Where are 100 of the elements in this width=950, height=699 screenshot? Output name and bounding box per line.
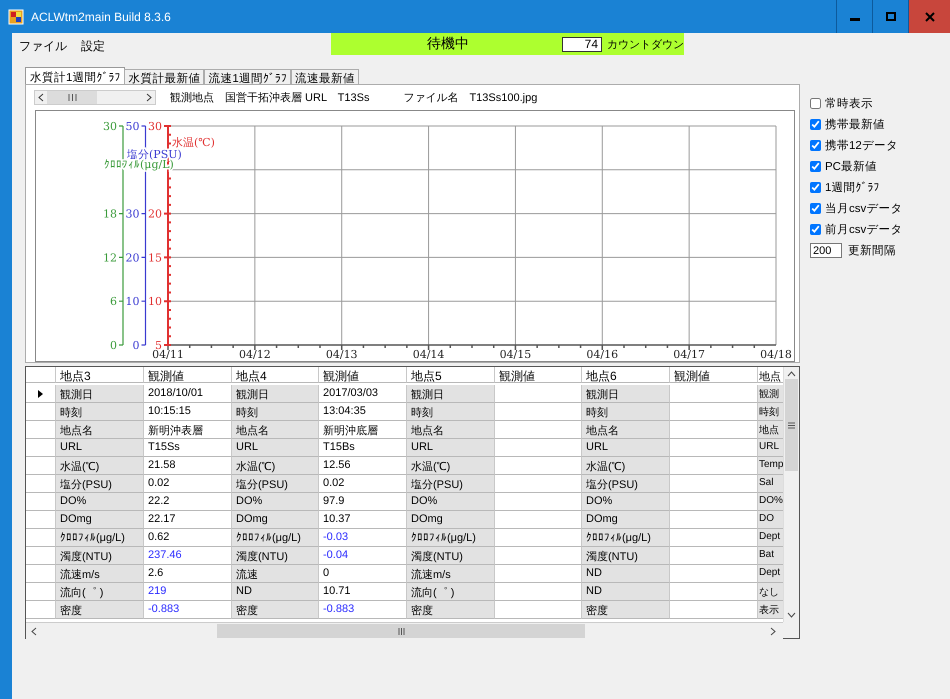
table-cell: 0.02 bbox=[144, 475, 232, 493]
checkbox[interactable] bbox=[810, 161, 821, 172]
axis-label: 15 bbox=[148, 251, 162, 264]
table-cell: 密度 bbox=[582, 601, 670, 619]
column-header[interactable]: 観測値 bbox=[319, 367, 407, 383]
checkbox-label[interactable]: PC最新値 bbox=[825, 159, 877, 174]
table-cell: 塩分(PSU) bbox=[232, 475, 319, 493]
table-cell: DO% bbox=[407, 493, 495, 511]
table-cell: 時刻 bbox=[582, 403, 670, 421]
table-cell: 密度 bbox=[407, 601, 495, 619]
axis-label: 04/12 bbox=[239, 348, 271, 361]
status-text: 待機中 bbox=[427, 35, 470, 53]
table-cell: 観測日 bbox=[56, 385, 144, 403]
countdown-label: カウントダウン bbox=[607, 38, 684, 52]
checkbox[interactable] bbox=[810, 224, 821, 235]
table-cell: 22.17 bbox=[144, 511, 232, 529]
horizontal-scrollbar[interactable] bbox=[34, 90, 156, 104]
tab[interactable]: 水質計最新値 bbox=[124, 69, 204, 84]
table-cell: 2017/03/03 bbox=[319, 385, 407, 403]
table-cell: 濁度(NTU) bbox=[232, 547, 319, 565]
checkbox-label[interactable]: 携帯最新値 bbox=[825, 117, 885, 132]
table-cell: T15Bs bbox=[319, 439, 407, 457]
tab[interactable]: 流速1週間ｸﾞﾗﾌ bbox=[204, 69, 291, 84]
window-title: ACLWtm2main Build 8.3.6 bbox=[31, 10, 171, 24]
table-cell: 流向(゜ ) bbox=[407, 583, 495, 601]
table-cell: 濁度(NTU) bbox=[407, 547, 495, 565]
table-cell: 密度 bbox=[232, 601, 319, 619]
table-cell: ｸﾛﾛﾌｨﾙ(μg/L) bbox=[407, 529, 495, 547]
column-header[interactable]: 観測値 bbox=[495, 367, 582, 383]
tab[interactable]: 水質計1週間ｸﾞﾗﾌ bbox=[25, 67, 126, 84]
column-header[interactable]: 地点6 bbox=[582, 367, 670, 383]
table-cell: 97.9 bbox=[319, 493, 407, 511]
axis-title: 水温(℃) bbox=[172, 136, 215, 149]
checkbox-label[interactable]: 前月csvデータ bbox=[825, 222, 902, 237]
table-cell: -0.03 bbox=[319, 529, 407, 547]
grip-icon[interactable] bbox=[788, 422, 795, 428]
checkbox-label[interactable]: 常時表示 bbox=[825, 96, 873, 111]
table-cell: URL bbox=[582, 439, 670, 457]
tab[interactable]: 流速最新値 bbox=[290, 69, 359, 84]
column-header[interactable]: 地点3 bbox=[56, 367, 144, 383]
axis-label: 20 bbox=[126, 251, 140, 264]
table-cell: 流向(゜ ) bbox=[56, 583, 144, 601]
table-cell: -0.04 bbox=[319, 547, 407, 565]
checkbox-label[interactable]: 当月csvデータ bbox=[825, 201, 902, 216]
grip-icon[interactable] bbox=[68, 94, 76, 100]
table-cell: Dept bbox=[758, 529, 784, 547]
column-header[interactable]: 地点5 bbox=[407, 367, 495, 383]
checkbox[interactable] bbox=[810, 182, 821, 193]
table-cell: なし bbox=[758, 583, 784, 601]
menu-item[interactable]: 設定 bbox=[74, 33, 112, 57]
checkbox[interactable] bbox=[810, 119, 821, 130]
interval-label: 更新間隔 bbox=[848, 243, 896, 258]
table-cell: 0 bbox=[319, 565, 407, 583]
table-cell: T15Ss bbox=[144, 439, 232, 457]
app-icon bbox=[8, 8, 24, 24]
table-cell: 2.6 bbox=[144, 565, 232, 583]
table-cell: 237.46 bbox=[144, 547, 232, 565]
column-header[interactable]: 観測値 bbox=[144, 367, 232, 383]
maximize-icon bbox=[886, 12, 896, 22]
table-cell: 水温(℃) bbox=[582, 457, 670, 475]
table-cell: 地点名 bbox=[407, 421, 495, 439]
table-cell: 水温(℃) bbox=[232, 457, 319, 475]
table-cell: ｸﾛﾛﾌｨﾙ(μg/L) bbox=[232, 529, 319, 547]
vertical-scrollbar[interactable] bbox=[783, 367, 799, 622]
header-corner bbox=[26, 367, 56, 383]
checkbox[interactable] bbox=[810, 203, 821, 214]
table-cell: DO% bbox=[582, 493, 670, 511]
checkbox[interactable] bbox=[810, 140, 821, 151]
table-cell: 10.71 bbox=[319, 583, 407, 601]
checkbox-label[interactable]: 1週間ｸﾞﾗﾌ bbox=[825, 180, 880, 195]
table-cell: URL bbox=[232, 439, 319, 457]
table-cell: 時刻 bbox=[407, 403, 495, 421]
checkbox-label[interactable]: 携帯12データ bbox=[825, 138, 898, 153]
table-cell: 地点 bbox=[758, 421, 784, 439]
close-button[interactable] bbox=[908, 0, 950, 33]
table-cell: 水温(℃) bbox=[56, 457, 144, 475]
table-cell: ND bbox=[232, 583, 319, 601]
table-cell: 時刻 bbox=[232, 403, 319, 421]
table-cell: DO% bbox=[232, 493, 319, 511]
table-cell: DO% bbox=[758, 493, 784, 511]
column-header[interactable]: 地点4 bbox=[232, 367, 319, 383]
table-cell: 水温(℃) bbox=[407, 457, 495, 475]
interval-field[interactable]: 200 bbox=[810, 243, 842, 258]
table-cell: 地点名 bbox=[582, 421, 670, 439]
axis-label: 18 bbox=[103, 208, 117, 221]
table-cell: -0.883 bbox=[319, 601, 407, 619]
table-cell: DO bbox=[758, 511, 784, 529]
table-cell: 観測日 bbox=[582, 385, 670, 403]
menu-item[interactable]: ファイル bbox=[12, 33, 74, 57]
checkbox[interactable] bbox=[810, 98, 821, 109]
file-name-text: ファイル名 T13Ss100.jpg bbox=[403, 90, 538, 104]
table-cell: DOmg bbox=[407, 511, 495, 529]
table-cell: 地点名 bbox=[232, 421, 319, 439]
table-cell: 塩分(PSU) bbox=[407, 475, 495, 493]
column-header[interactable]: 観測値 bbox=[670, 367, 758, 383]
table-cell: DOmg bbox=[232, 511, 319, 529]
grip-icon[interactable] bbox=[398, 628, 404, 634]
countdown-field[interactable]: 74 bbox=[562, 36, 602, 52]
close-icon bbox=[924, 12, 934, 22]
axis-label: 04/15 bbox=[500, 348, 532, 361]
